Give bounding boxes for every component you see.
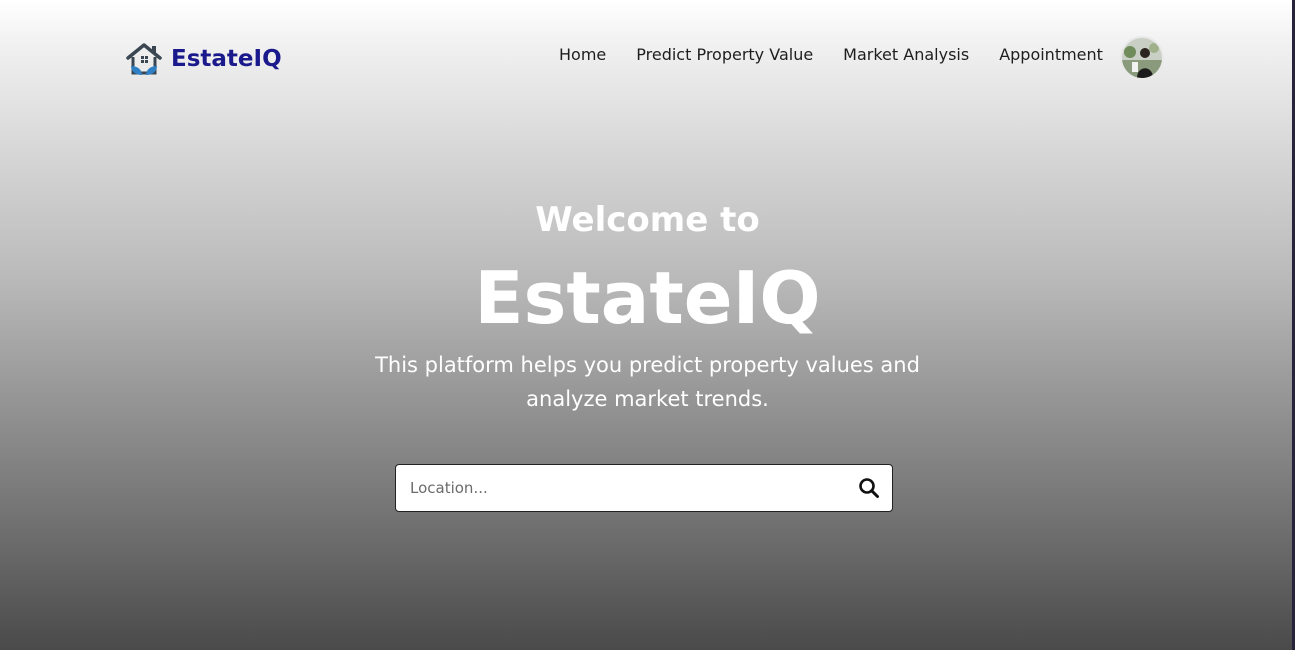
location-search-input[interactable] — [396, 465, 850, 511]
house-logo-icon — [125, 40, 163, 78]
nav-link-home[interactable]: Home — [559, 45, 606, 64]
top-navbar: EstateIQ Home Predict Property Value Mar… — [0, 0, 1295, 115]
user-avatar[interactable] — [1122, 38, 1162, 78]
user-avatar-icon — [1122, 38, 1162, 78]
hero-section: Welcome to EstateIQ This platform helps … — [0, 190, 1295, 416]
nav-link-predict-property-value[interactable]: Predict Property Value — [636, 45, 813, 64]
search-icon — [859, 478, 879, 498]
nav-link-appointment[interactable]: Appointment — [999, 45, 1103, 64]
location-search-bar — [395, 464, 893, 512]
hero-tagline: This platform helps you predict property… — [375, 353, 920, 411]
search-button[interactable] — [858, 477, 880, 499]
hero-title: EstateIQ — [474, 256, 821, 340]
nav-link-market-analysis[interactable]: Market Analysis — [843, 45, 969, 64]
hero-welcome: Welcome to — [535, 200, 760, 240]
logo-text: EstateIQ — [171, 46, 282, 72]
nav-links: Home Predict Property Value Market Analy… — [559, 45, 1103, 64]
logo[interactable]: EstateIQ — [125, 40, 282, 78]
